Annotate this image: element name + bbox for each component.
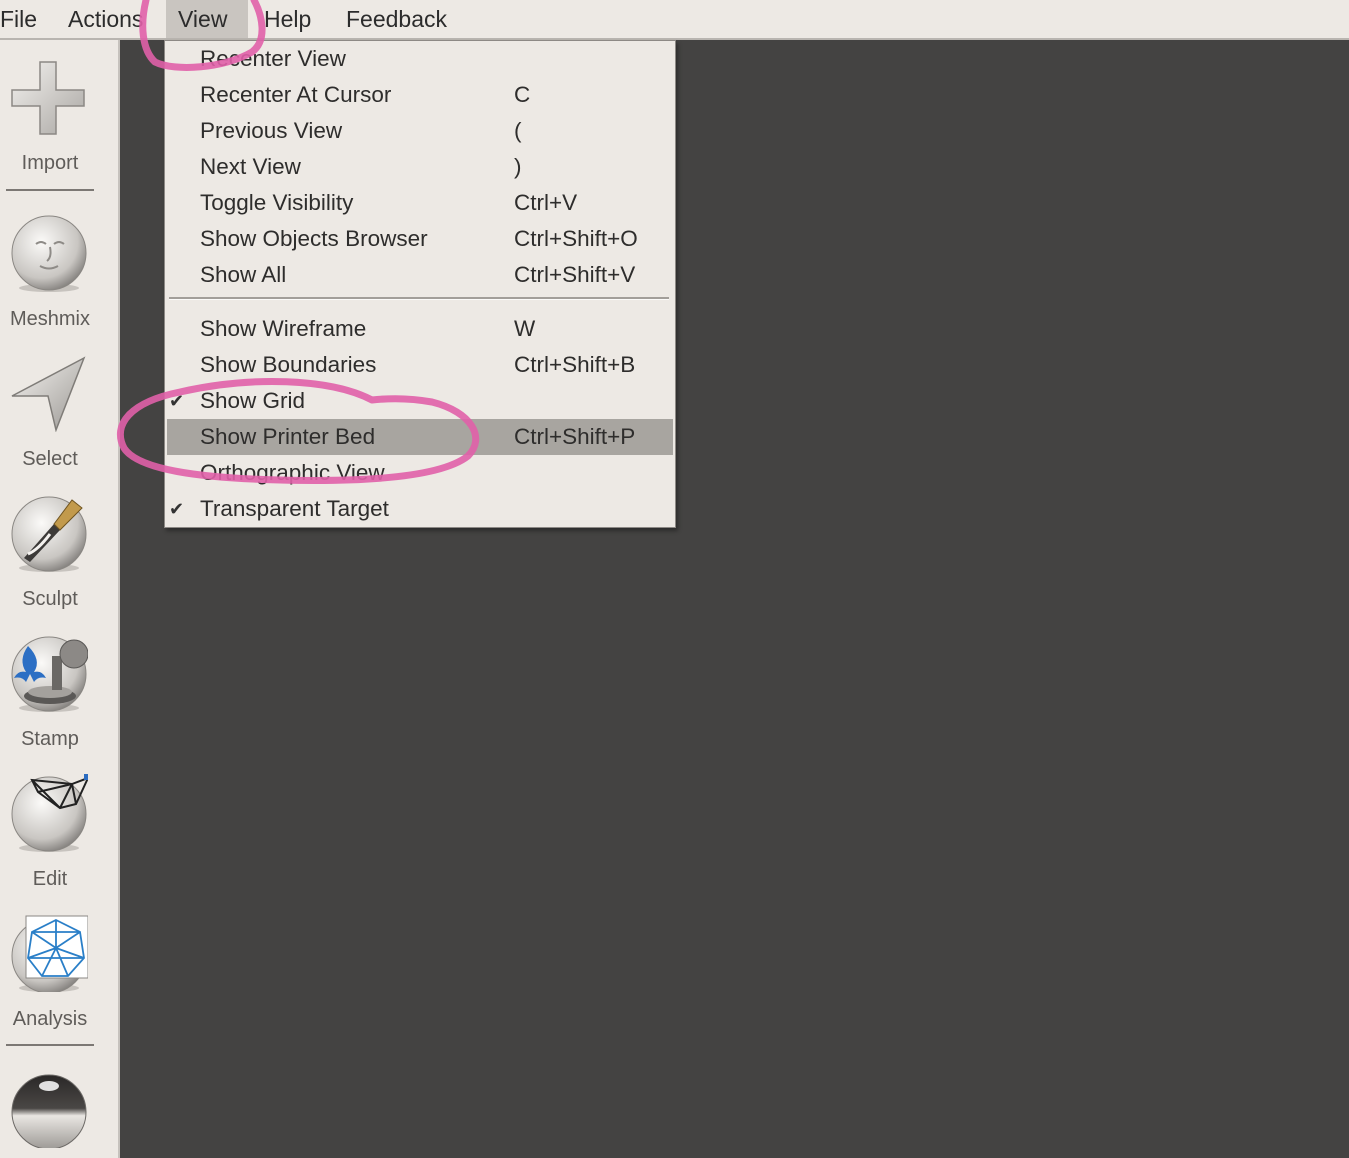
- menu-item-show-boundaries[interactable]: Show Boundaries Ctrl+Shift+B: [165, 347, 675, 383]
- toolbar-divider: [6, 189, 94, 191]
- menu-item-next-view[interactable]: Next View ): [165, 149, 675, 185]
- menu-separator: [169, 297, 669, 300]
- menu-item-previous-view[interactable]: Previous View (: [165, 113, 675, 149]
- shortcut-label: Ctrl+Shift+O: [514, 226, 638, 251]
- menu-item-recenter-view[interactable]: Recenter View: [165, 41, 675, 77]
- shortcut-label: Ctrl+Shift+P: [514, 424, 636, 449]
- tool-label: Select: [22, 448, 78, 470]
- shortcut-label: Ctrl+Shift+V: [514, 262, 636, 287]
- tool-sidebar: Import Meshmix Select Sculpt Stamp Edit …: [0, 40, 120, 1158]
- tool-label: Import: [21, 152, 79, 174]
- menu-item-orthographic-view[interactable]: Orthographic View: [165, 455, 675, 491]
- menu-item-show-printer-bed[interactable]: Show Printer Bed Ctrl+Shift+P: [167, 419, 673, 455]
- cursor-arrow-icon: [11, 356, 86, 432]
- shortcut-label: W: [514, 316, 536, 341]
- fleur-de-lis-stamp-icon: [11, 636, 88, 712]
- checkmark-icon: ✔: [169, 391, 185, 411]
- menu-item-show-grid[interactable]: ✔ Show Grid: [165, 383, 675, 419]
- menu-help[interactable]: Help: [252, 0, 323, 38]
- tool-label: Analysis: [12, 1008, 88, 1030]
- menu-item-recenter-at-cursor[interactable]: Recenter At Cursor C: [165, 77, 675, 113]
- menu-view[interactable]: View: [166, 0, 248, 38]
- plus-icon: [11, 61, 85, 135]
- brush-sphere-icon: [11, 496, 87, 572]
- menu-item-transparent-target[interactable]: ✔ Transparent Target: [165, 491, 675, 527]
- toolbar-divider: [6, 1044, 94, 1046]
- menu-item-show-wireframe[interactable]: Show Wireframe W: [165, 311, 675, 347]
- menu-bar: File Actions View Help Feedback: [0, 0, 1349, 40]
- shortcut-label: Ctrl+V: [514, 190, 578, 215]
- tool-label: Edit: [32, 868, 68, 890]
- menu-feedback[interactable]: Feedback: [334, 0, 459, 38]
- wireframe-sphere-icon: [11, 774, 88, 852]
- menu-item-show-all[interactable]: Show All Ctrl+Shift+V: [165, 257, 675, 293]
- menu-item-show-objects-browser[interactable]: Show Objects Browser Ctrl+Shift+O: [165, 221, 675, 257]
- shortcut-label: C: [514, 82, 531, 107]
- tool-label: Stamp: [21, 728, 79, 750]
- tool-label: Meshmix: [9, 308, 90, 330]
- chrome-sphere-icon: [11, 1074, 87, 1148]
- shortcut-label: Ctrl+Shift+B: [514, 352, 636, 377]
- menu-item-toggle-visibility[interactable]: Toggle Visibility Ctrl+V: [165, 185, 675, 221]
- checkmark-icon: ✔: [169, 499, 185, 519]
- menu-file[interactable]: File: [0, 0, 49, 38]
- shortcut-label: (: [514, 118, 522, 143]
- face-sphere-icon: [11, 215, 87, 292]
- view-menu-dropdown: Recenter View Recenter At Cursor C Previ…: [164, 40, 676, 528]
- menu-actions[interactable]: Actions: [56, 0, 155, 38]
- tool-label: Sculpt: [22, 588, 78, 610]
- shortcut-label: ): [514, 154, 522, 179]
- mesh-analysis-icon: [11, 915, 88, 992]
